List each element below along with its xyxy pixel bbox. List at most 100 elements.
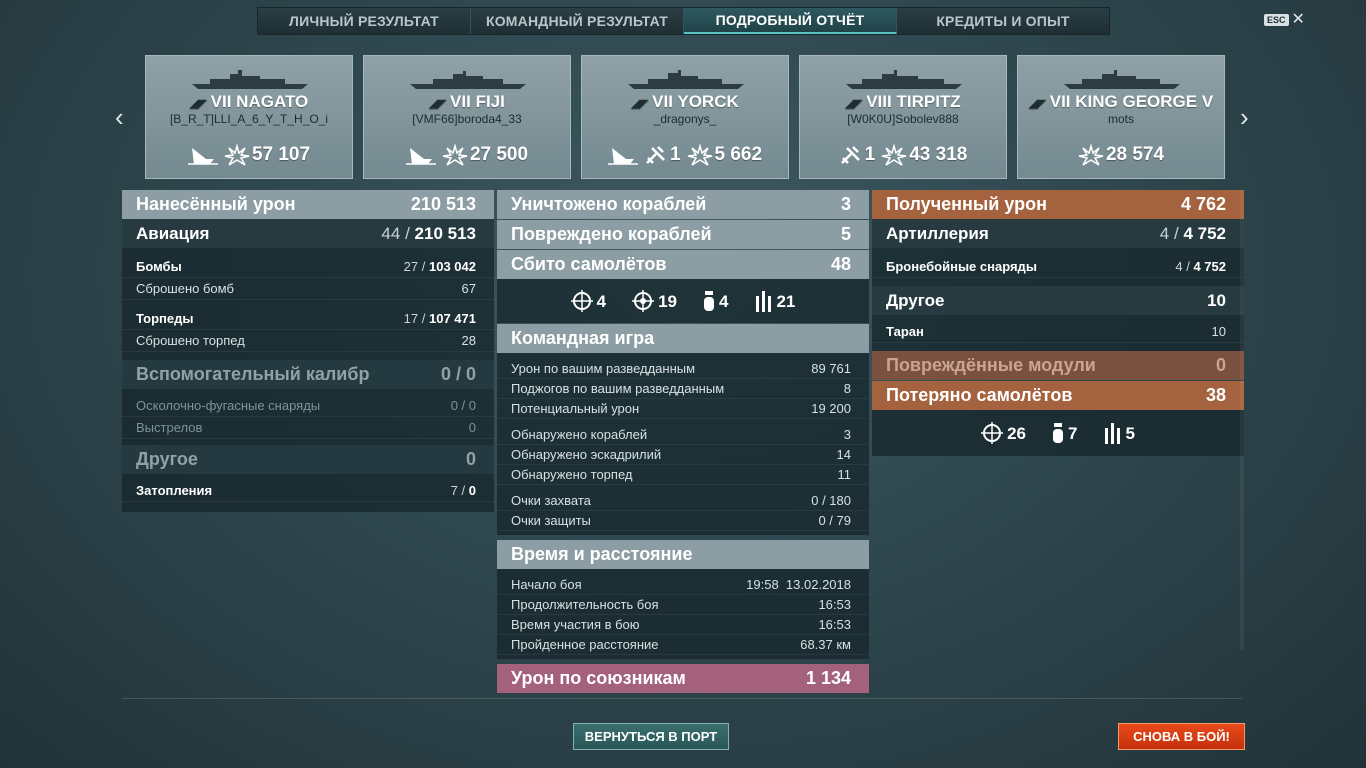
teamplay-row: Очки защиты 0 / 79 — [497, 511, 869, 531]
tab-team-result[interactable]: КОМАНДНЫЙ РЕЗУЛЬТАТ — [471, 8, 684, 34]
teamplay-row: Очки захвата 0 / 180 — [497, 491, 869, 511]
bombs-dropped-row: Сброшено бомб 67 — [122, 278, 494, 300]
artillery-row: Артиллерия 4 / 4 752 — [872, 219, 1244, 248]
ship-silhouette-icon — [846, 70, 962, 89]
esc-key-label: ESC — [1264, 14, 1289, 26]
tab-credits-xp[interactable]: КРЕДИТЫ И ОПЫТ — [897, 8, 1109, 34]
ship-card[interactable]: ◢◤ VII KING GEORGE V mots 28 574 — [1017, 55, 1225, 179]
damaged-modules-row: Повреждённые модули 0 — [872, 351, 1244, 380]
time-row: Продолжительность боя 16:53 — [497, 595, 869, 615]
battle-again-button[interactable]: СНОВА В БОЙ! — [1118, 723, 1245, 750]
close-button[interactable]: ESC ✕ — [1264, 11, 1305, 28]
aviation-panel: Авиация 44 / 210 513 Бомбы 27 / 103 042 … — [122, 219, 494, 512]
result-tabs: ЛИЧНЫЙ РЕЗУЛЬТАТ КОМАНДНЫЙ РЕЗУЛЬТАТ ПОД… — [257, 7, 1110, 35]
next-ship-arrow-icon[interactable]: › — [1240, 104, 1249, 130]
ship-damage: 43 318 — [909, 144, 968, 165]
planes-lost-row: Потеряно самолётов 38 — [872, 381, 1244, 410]
ship-damage: 5 662 — [714, 144, 763, 165]
sunk-ship-icon — [607, 148, 638, 165]
fighter-icon — [981, 422, 1004, 444]
ship-stats: 1 5 662 — [582, 144, 788, 166]
ship-silhouette-icon — [1064, 70, 1180, 89]
teamplay-row: Обнаружено торпед 11 — [497, 465, 869, 485]
time-distance-header: Время и расстояние — [497, 540, 869, 569]
ship-damage: 28 574 — [1105, 144, 1165, 165]
teamplay-row: Обнаружено эскадрилий 14 — [497, 445, 869, 465]
torpedoes-row: Торпеды 17 / 107 471 — [122, 308, 494, 330]
ship-name: ◢◤ VII KING GEORGE V — [1028, 92, 1214, 111]
return-to-port-button[interactable]: ВЕРНУТЬСЯ В ПОРТ — [573, 723, 729, 750]
damage-burst-icon — [687, 144, 712, 166]
time-row: Начало боя 19:58 13.02.2018 — [497, 575, 869, 595]
time-row: Время участия в бою 16:53 — [497, 615, 869, 635]
ship-name: ◢◤ VII FIJI — [429, 92, 505, 111]
plane-shot-icon — [840, 146, 860, 164]
damage-burst-icon — [882, 144, 907, 166]
teamplay-row: Потенциальный урон 19 200 — [497, 399, 869, 419]
he-shells-row: Осколочно-фугасные снаряды 0 / 0 — [122, 395, 494, 417]
ship-card[interactable]: ◢◤ VII FIJI [VMF66]boroda4_33 27 500 — [363, 55, 571, 179]
planes-lost-breakdown: 26 7 5 — [872, 410, 1244, 456]
ship-name: ◢◤ VII YORCK — [631, 92, 739, 111]
ship-damage: 57 107 — [251, 144, 311, 165]
teamplay-row: Урон по вашим разведданным 89 761 — [497, 359, 869, 379]
other-damage-row: Другое 0 — [122, 445, 494, 474]
torpedoes-dropped-row: Сброшено торпед 28 — [122, 330, 494, 352]
teamplay-header: Командная игра — [497, 324, 869, 353]
damage-burst-icon — [224, 144, 250, 166]
bomb-icon — [704, 291, 714, 311]
ship-planes-shot: 1 — [864, 144, 876, 165]
tab-detailed-report[interactable]: ПОДРОБНЫЙ ОТЧЁТ — [684, 8, 897, 34]
dive-bomber-icon — [632, 290, 655, 312]
ship-card[interactable]: ◢◤ VII YORCK _dragonys_ 1 5 662 — [581, 55, 789, 179]
damage-dealt-header: Нанесённый урон 210 513 — [122, 190, 494, 219]
tab-personal-result[interactable]: ЛИЧНЫЙ РЕЗУЛЬТАТ — [258, 8, 471, 34]
time-distance-panel: Начало боя 19:58 13.02.2018 Продолжительн… — [497, 569, 869, 659]
sunk-ship-icon — [405, 148, 436, 165]
plane-shot-icon — [646, 146, 665, 164]
player-name: [VMF66]boroda4_33 — [412, 112, 522, 126]
scrollbar[interactable] — [1240, 190, 1244, 650]
damage-received-column: Полученный урон 4 762 Артиллерия 4 / 4 75… — [872, 190, 1244, 456]
prev-ship-arrow-icon[interactable]: ‹ — [115, 104, 124, 130]
close-icon: ✕ — [1291, 11, 1305, 28]
ship-silhouette-icon — [410, 71, 526, 89]
ship-name: ◢◤ VII NAGATO — [189, 92, 309, 111]
summary-column: Уничтожено кораблей 3 Повреждено кораблей… — [497, 190, 869, 693]
ship-stats: 1 43 318 — [800, 144, 1006, 166]
team-damage-row: Урон по союзникам 1 134 — [497, 664, 869, 693]
planes-shot-breakdown: 4 19 4 21 — [497, 279, 869, 323]
teamplay-row: Поджогов по вашим разведданным 8 — [497, 379, 869, 399]
shots-row: Выстрелов 0 — [122, 417, 494, 439]
player-name: mots — [1107, 112, 1134, 126]
player-name: [B_R_T]LLI_A_6_Y_T_H_O_i — [169, 112, 329, 126]
bomb-icon — [1052, 423, 1063, 443]
ship-damage: 27 500 — [469, 144, 529, 165]
ap-shells-row: Бронебойные снаряды 4 / 4 752 — [872, 256, 1244, 278]
teamplay-row: Обнаружено кораблей 3 — [497, 425, 869, 445]
ship-planes-shot: 1 — [669, 144, 681, 165]
secondary-battery-row: Вспомогательный калибр 0 / 0 — [122, 360, 494, 389]
damage-received-panel: Артиллерия 4 / 4 752 Бронебойные снаряды… — [872, 219, 1244, 351]
planes-shot-row: Сбито самолётов 48 — [497, 250, 869, 279]
fighter-icon — [570, 290, 593, 312]
torpedo-icon — [1105, 423, 1121, 444]
aviation-row: Авиация 44 / 210 513 — [122, 219, 494, 248]
ships-destroyed-row: Уничтожено кораблей 3 — [497, 190, 869, 219]
ship-stats: 57 107 — [146, 144, 352, 166]
torpedo-icon — [756, 291, 772, 312]
ship-stats: 28 574 — [1018, 144, 1224, 166]
damage-burst-icon — [442, 144, 468, 166]
player-name: [W0K0U]Sobolev888 — [847, 112, 959, 126]
damage-dealt-column: Нанесённый урон 210 513 Авиация 44 / 210 … — [122, 190, 494, 512]
ship-card[interactable]: ◢◤ VIII TIRPITZ [W0K0U]Sobolev888 1 43 31… — [799, 55, 1007, 179]
divider — [122, 698, 1242, 699]
other-received-row: Другое 10 — [872, 286, 1244, 315]
damage-burst-icon — [1078, 144, 1104, 166]
teamplay-panel: Урон по вашим разведданным 89 761 Поджого… — [497, 353, 869, 535]
player-name: _dragonys_ — [653, 112, 717, 126]
ship-card[interactable]: ◢◤ VII NAGATO [B_R_T]LLI_A_6_Y_T_H_O_i 57… — [145, 55, 353, 179]
ship-stats: 27 500 — [364, 144, 570, 166]
sunk-ship-icon — [187, 148, 218, 165]
bombs-row: Бомбы 27 / 103 042 — [122, 256, 494, 278]
